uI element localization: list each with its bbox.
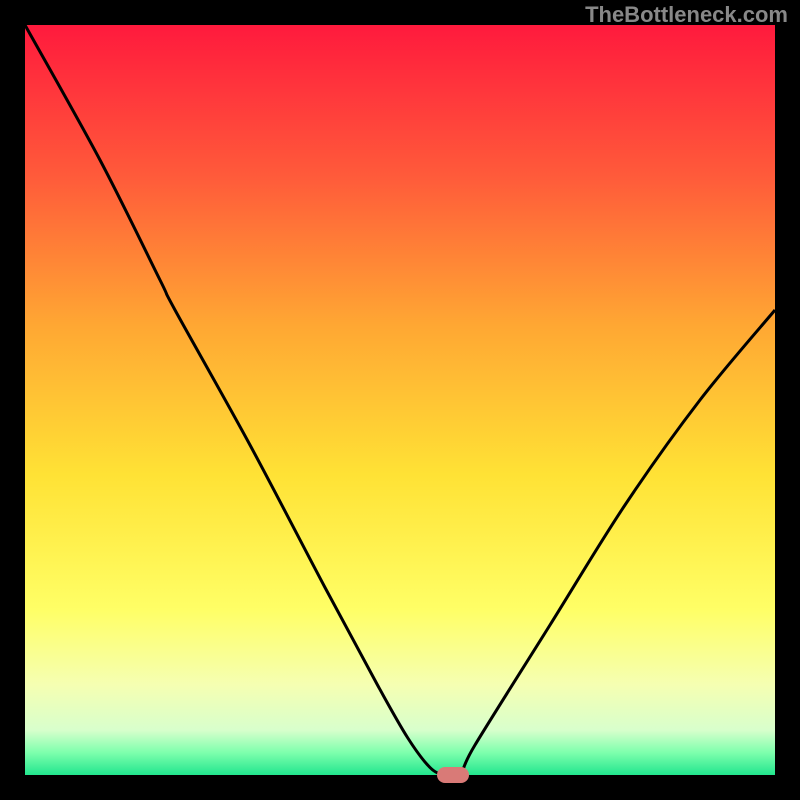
gradient-background <box>25 25 775 775</box>
optimal-point-marker <box>437 767 469 783</box>
watermark-text: TheBottleneck.com <box>585 2 788 28</box>
bottleneck-chart <box>25 25 775 775</box>
chart-frame: TheBottleneck.com <box>0 0 800 800</box>
